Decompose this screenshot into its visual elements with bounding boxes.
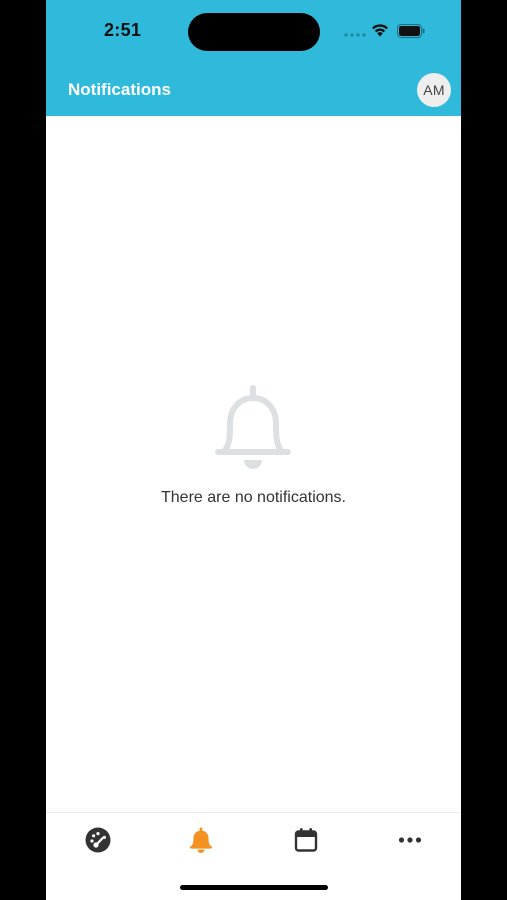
more-dots-icon xyxy=(398,837,422,843)
avatar[interactable]: AM xyxy=(417,73,451,107)
dashboard-gauge-icon xyxy=(85,827,111,853)
battery-icon xyxy=(397,24,425,38)
tab-notifications[interactable] xyxy=(186,825,216,855)
app-screen: 2:51 Notifications AM There are no notif… xyxy=(46,0,461,900)
bell-icon xyxy=(215,385,291,469)
wifi-icon xyxy=(372,24,388,37)
calendar-icon xyxy=(294,828,318,852)
home-indicator[interactable] xyxy=(180,885,328,890)
tab-calendar[interactable] xyxy=(291,825,321,855)
dynamic-island xyxy=(188,13,320,51)
empty-state-message: There are no notifications. xyxy=(161,489,346,506)
page-title: Notifications xyxy=(68,80,171,99)
tab-dashboard[interactable] xyxy=(83,825,113,855)
app-header: 2:51 Notifications AM xyxy=(46,0,461,116)
status-time: 2:51 xyxy=(104,20,142,40)
bell-icon xyxy=(190,827,212,853)
tab-more[interactable] xyxy=(395,825,425,855)
cellular-signal-icon xyxy=(344,33,366,37)
